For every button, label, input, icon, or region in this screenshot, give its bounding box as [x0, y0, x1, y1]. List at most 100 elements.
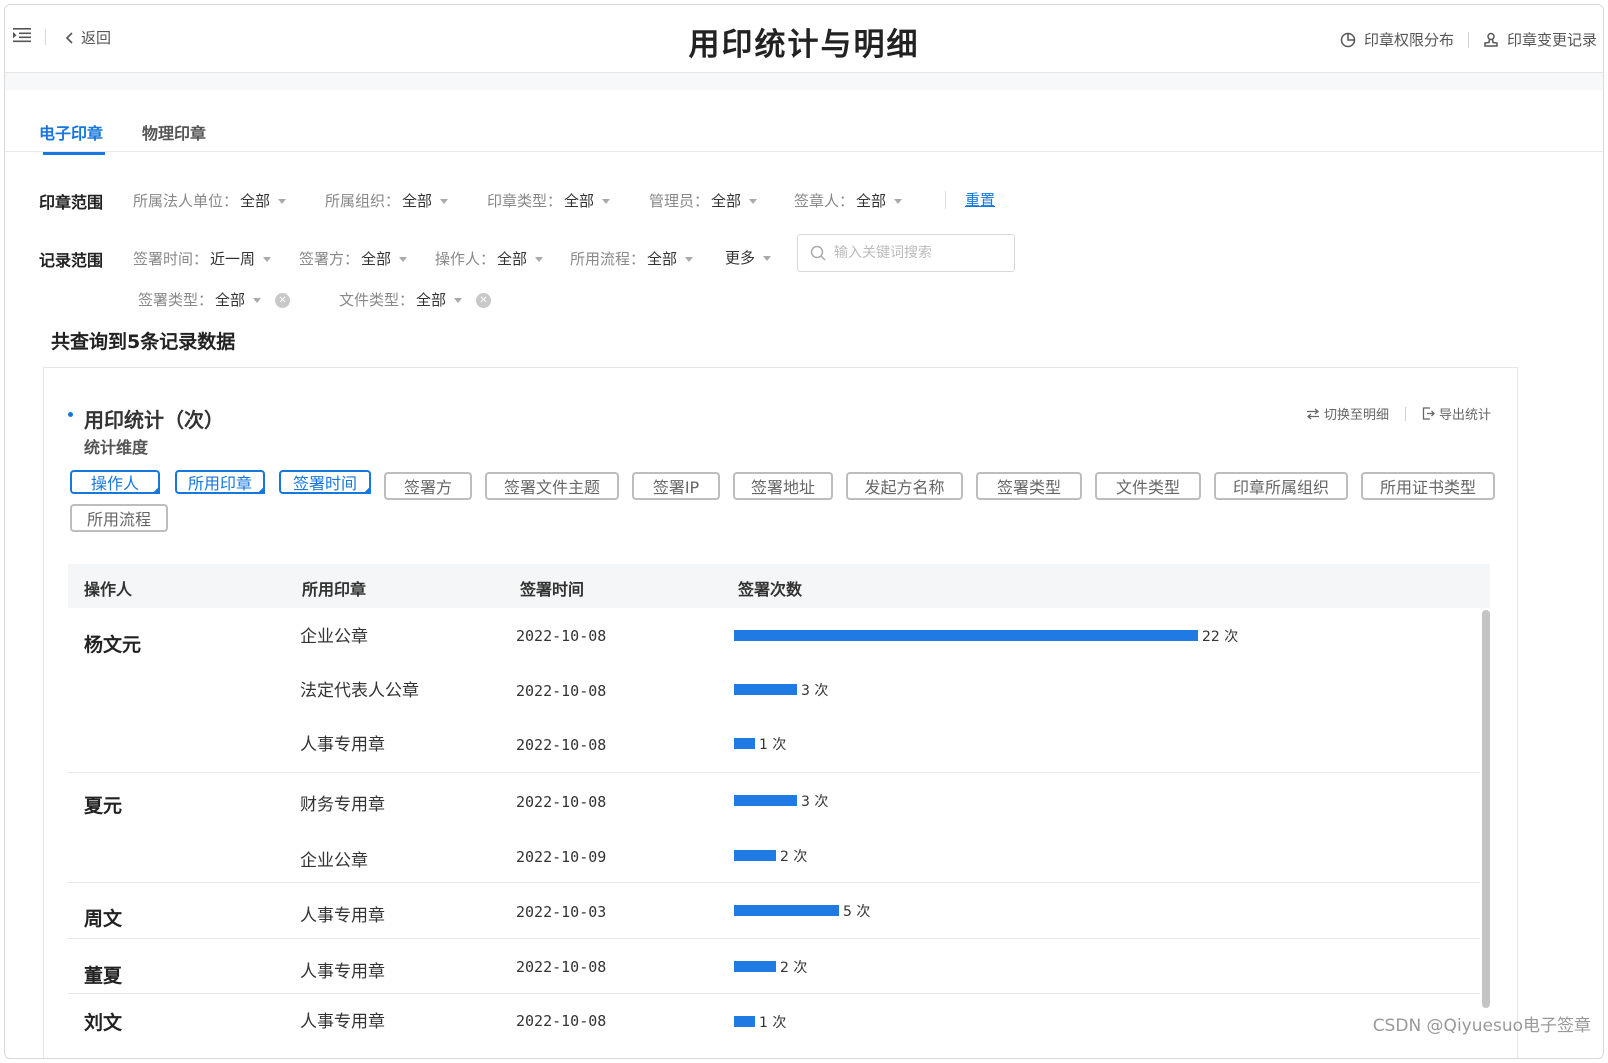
filter-signing-party[interactable]: 签署方： 全部 [299, 248, 408, 269]
sign-date: 2022-10-08 [516, 627, 607, 645]
filter-organization[interactable]: 所属组织： 全部 [325, 190, 449, 211]
dimension-file-type[interactable]: 文件类型 [1095, 472, 1201, 500]
switch-to-detail-button[interactable]: 切换至明细 [1306, 404, 1389, 423]
stats-table-body: 杨文元 企业公章 2022-10-08 22 次 法定代表人公章 2022-10… [68, 608, 1480, 1058]
filter-value: 全部 [215, 291, 246, 309]
record-scope-label: 记录范围 [39, 251, 104, 270]
switch-to-detail-label: 切换至明细 [1323, 408, 1389, 423]
stamp-icon [1484, 32, 1498, 47]
filter-workflow[interactable]: 所用流程： 全部 [570, 248, 694, 269]
filter-seal-type[interactable]: 印章类型： 全部 [487, 190, 611, 211]
filter-name: 所属组织： [325, 192, 401, 210]
filter-value: 全部 [361, 250, 392, 268]
dimension-operator[interactable]: 操作人 [70, 470, 160, 494]
export-stats-button[interactable]: 导出统计 [1422, 404, 1491, 423]
swap-icon [1306, 408, 1319, 419]
dimension-doc-subject[interactable]: 签署文件主题 [485, 472, 619, 500]
dimension-seal-org[interactable]: 印章所属组织 [1214, 472, 1348, 500]
count-bar [734, 961, 776, 972]
seal-name: 人事专用章 [300, 1012, 385, 1032]
count-label: 5 次 [843, 904, 871, 920]
filter-signer[interactable]: 签章人： 全部 [794, 190, 903, 211]
count-bar [734, 684, 797, 695]
dimension-sign-type[interactable]: 签署类型 [976, 472, 1082, 500]
seal-name: 企业公章 [300, 627, 368, 647]
filter-value: 全部 [402, 192, 433, 210]
filter-admin[interactable]: 管理员： 全部 [649, 190, 758, 211]
filter-name: 签署类型： [138, 291, 214, 309]
clear-filter-icon[interactable]: ✕ [476, 293, 492, 308]
table-row[interactable]: 人事专用章 2022-10-03 5 次 [68, 883, 1480, 937]
dimension-seal-used[interactable]: 所用印章 [175, 470, 265, 494]
count-bar [734, 1016, 755, 1027]
keyword-search[interactable] [797, 234, 1015, 272]
search-icon [810, 245, 826, 261]
table-scrollbar[interactable] [1482, 610, 1490, 1008]
filter-value: 全部 [564, 192, 595, 210]
table-row[interactable]: 法定代表人公章 2022-10-08 3 次 [68, 662, 1480, 716]
count-label: 1 次 [759, 1015, 787, 1031]
filter-name: 管理员： [649, 192, 710, 210]
operator-group: 董夏 人事专用章 2022-10-08 2 次 [68, 939, 1480, 994]
seal-permissions-link[interactable]: 印章权限分布 [1340, 29, 1454, 50]
dimension-sign-ip[interactable]: 签署IP [632, 472, 720, 500]
dimension-sign-address[interactable]: 签署地址 [733, 472, 833, 500]
dimension-workflow[interactable]: 所用流程 [70, 504, 168, 532]
caret-down-icon [263, 257, 272, 262]
seal-name: 人事专用章 [300, 962, 385, 982]
filter-operator[interactable]: 操作人： 全部 [435, 248, 544, 269]
caret-down-icon [399, 257, 408, 262]
filter-legal-entity[interactable]: 所属法人单位： 全部 [133, 190, 287, 211]
operator-group: 杨文元 企业公章 2022-10-08 22 次 法定代表人公章 2022-10… [68, 608, 1480, 773]
tab-electronic-seal[interactable]: 电子印章 [39, 120, 103, 144]
reset-link[interactable]: 重置 [965, 189, 995, 210]
dimension-initiator[interactable]: 发起方名称 [846, 472, 963, 500]
caret-down-icon [440, 199, 449, 204]
caret-down-icon [535, 257, 544, 262]
watermark: CSDN @Qiyuesuo电子签章 [1372, 1016, 1591, 1036]
count-label: 3 次 [801, 683, 829, 699]
table-row[interactable]: 人事专用章 2022-10-08 2 次 [68, 939, 1480, 993]
card-actions: 切换至明细 导出统计 [1306, 404, 1491, 423]
table-row[interactable]: 人事专用章 2022-10-08 1 次 [68, 716, 1480, 770]
filter-name: 签章人： [794, 192, 855, 210]
seal-name: 企业公章 [300, 851, 368, 871]
export-icon [1422, 407, 1435, 420]
filter-file-type[interactable]: 文件类型： 全部 ✕ [339, 289, 492, 310]
table-row[interactable]: 企业公章 2022-10-09 2 次 [68, 828, 1480, 882]
table-row[interactable]: 财务专用章 2022-10-08 3 次 [68, 773, 1480, 827]
filter-value: 全部 [647, 250, 678, 268]
seal-type-tabs: 电子印章 物理印章 [5, 90, 1603, 155]
active-tab-indicator [43, 152, 105, 155]
seal-changes-link[interactable]: 印章变更记录 [1483, 29, 1597, 50]
count-label: 3 次 [801, 794, 829, 810]
tab-physical-seal[interactable]: 物理印章 [142, 120, 206, 144]
stats-card: 用印统计（次） 统计维度 切换至明细 导出统计 操作人 所用印章 签署时间 签署… [43, 367, 1518, 1058]
caret-down-icon [253, 298, 262, 303]
table-row[interactable]: 企业公章 2022-10-08 22 次 [68, 608, 1480, 662]
filter-value: 全部 [497, 250, 528, 268]
caret-down-icon [763, 256, 772, 261]
more-filters-button[interactable]: 更多 [725, 247, 772, 268]
stats-table-header: 操作人 所用印章 签署时间 签署次数 [68, 564, 1490, 608]
pie-chart-icon [1340, 32, 1356, 47]
table-row[interactable]: 人事专用章 2022-10-08 1 次 [68, 994, 1480, 1048]
sign-date: 2022-10-08 [516, 958, 607, 976]
filter-sign-time[interactable]: 签署时间： 近一周 [133, 248, 272, 269]
dimension-sign-time[interactable]: 签署时间 [279, 470, 371, 494]
filter-sign-type[interactable]: 签署类型： 全部 ✕ [138, 289, 291, 310]
clear-filter-icon[interactable]: ✕ [275, 293, 291, 308]
export-stats-label: 导出统计 [1438, 408, 1491, 423]
count-label: 1 次 [759, 737, 787, 753]
filter-name: 操作人： [435, 250, 496, 268]
filter-value: 全部 [711, 192, 742, 210]
column-header-sign-count: 签署次数 [738, 580, 803, 599]
filter-divider [945, 191, 946, 209]
search-input[interactable] [834, 245, 1004, 261]
caret-down-icon [894, 199, 903, 204]
dimension-signing-party[interactable]: 签署方 [384, 472, 472, 500]
caret-down-icon [454, 298, 463, 303]
card-actions-divider [1404, 406, 1406, 421]
dimension-label: 统计维度 [84, 438, 149, 457]
dimension-cert-type[interactable]: 所用证书类型 [1361, 472, 1495, 500]
